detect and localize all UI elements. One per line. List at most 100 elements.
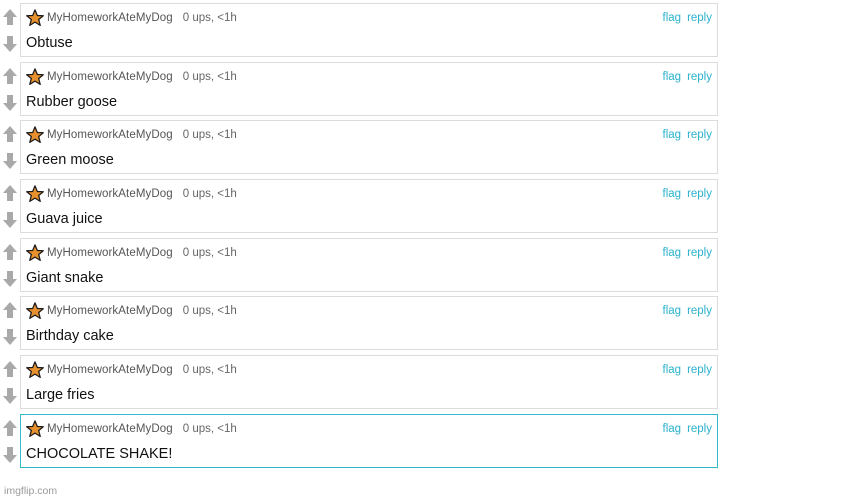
star-avatar-icon[interactable] <box>26 185 44 203</box>
comment-header: MyHomeworkAteMyDog 0 ups, <1h flag reply <box>26 9 712 27</box>
upvote-arrow-icon[interactable] <box>2 183 18 203</box>
vote-controls <box>0 238 20 292</box>
comment-text: Obtuse <box>26 35 73 51</box>
username-link[interactable]: MyHomeworkAteMyDog <box>47 247 173 259</box>
star-avatar-icon[interactable] <box>26 420 44 438</box>
comment-box: MyHomeworkAteMyDog 0 ups, <1h flag reply… <box>20 61 718 116</box>
comment-box: MyHomeworkAteMyDog 0 ups, <1h flag reply… <box>20 120 718 175</box>
comment-row: MyHomeworkAteMyDog 0 ups, <1h flag reply… <box>0 61 718 116</box>
comment-list: MyHomeworkAteMyDog 0 ups, <1h flag reply… <box>0 3 718 473</box>
upvote-arrow-icon[interactable] <box>2 66 18 86</box>
star-avatar-icon[interactable] <box>26 302 44 320</box>
comment-text: Birthday cake <box>26 328 114 345</box>
upvote-arrow-icon[interactable] <box>2 359 18 379</box>
reply-link[interactable]: reply <box>687 305 712 317</box>
comment-row: MyHomeworkAteMyDog 0 ups, <1h flag reply… <box>0 237 718 292</box>
upvote-arrow-icon[interactable] <box>2 418 18 438</box>
downvote-arrow-icon[interactable] <box>2 151 18 171</box>
comment-header: MyHomeworkAteMyDog 0 ups, <1h flag reply <box>26 244 712 262</box>
reply-link[interactable]: reply <box>687 129 712 141</box>
vote-controls <box>0 179 20 233</box>
reply-link[interactable]: reply <box>687 71 712 83</box>
comment-meta: 0 ups, <1h <box>182 422 237 435</box>
comment-actions: flag reply <box>663 188 712 200</box>
comment-header: MyHomeworkAteMyDog 0 ups, <1h flag reply <box>26 361 712 379</box>
upvote-arrow-icon[interactable] <box>2 7 18 27</box>
comment-meta: 0 ups, <1h <box>182 305 237 318</box>
comment-row: MyHomeworkAteMyDog 0 ups, <1h flag reply… <box>0 179 718 234</box>
upvote-arrow-icon[interactable] <box>2 300 18 320</box>
username-link[interactable]: MyHomeworkAteMyDog <box>47 12 173 24</box>
comment-header: MyHomeworkAteMyDog 0 ups, <1h flag reply <box>26 420 712 438</box>
flag-link[interactable]: flag <box>663 364 682 376</box>
comment-meta: 0 ups, <1h <box>182 129 237 142</box>
username-link[interactable]: MyHomeworkAteMyDog <box>47 364 173 376</box>
comment-header: MyHomeworkAteMyDog 0 ups, <1h flag reply <box>26 302 712 320</box>
downvote-arrow-icon[interactable] <box>2 93 18 113</box>
flag-link[interactable]: flag <box>663 188 682 200</box>
username-link[interactable]: MyHomeworkAteMyDog <box>47 71 173 83</box>
comment-box: MyHomeworkAteMyDog 0 ups, <1h flag reply… <box>20 296 718 351</box>
comment-header: MyHomeworkAteMyDog 0 ups, <1h flag reply <box>26 185 712 203</box>
comment-box: MyHomeworkAteMyDog 0 ups, <1h flag reply… <box>20 237 718 292</box>
vote-controls <box>0 355 20 409</box>
comment-text: Large fries <box>26 387 95 404</box>
comment-actions: flag reply <box>663 12 712 24</box>
downvote-arrow-icon[interactable] <box>2 34 18 54</box>
comment-actions: flag reply <box>663 247 712 259</box>
comment-row: MyHomeworkAteMyDog 0 ups, <1h flag reply… <box>0 120 718 175</box>
comment-text: Green moose <box>26 152 114 169</box>
reply-link[interactable]: reply <box>687 247 712 259</box>
upvote-arrow-icon[interactable] <box>2 242 18 262</box>
flag-link[interactable]: flag <box>663 247 682 259</box>
reply-link[interactable]: reply <box>687 12 712 24</box>
vote-controls <box>0 296 20 350</box>
upvote-arrow-icon[interactable] <box>2 124 18 144</box>
vote-controls <box>0 414 20 468</box>
username-link[interactable]: MyHomeworkAteMyDog <box>47 423 173 435</box>
vote-controls <box>0 120 20 174</box>
comment-box: MyHomeworkAteMyDog 0 ups, <1h flag reply… <box>20 355 718 410</box>
flag-link[interactable]: flag <box>663 12 682 24</box>
comment-header: MyHomeworkAteMyDog 0 ups, <1h flag reply <box>26 126 712 144</box>
vote-controls <box>0 3 20 57</box>
flag-link[interactable]: flag <box>663 423 682 435</box>
comment-text: Giant snake <box>26 269 104 286</box>
reply-link[interactable]: reply <box>687 188 712 200</box>
comment-header: MyHomeworkAteMyDog 0 ups, <1h flag reply <box>26 67 712 86</box>
vote-controls <box>0 62 20 116</box>
comment-meta: 0 ups, <1h <box>182 70 237 83</box>
downvote-arrow-icon[interactable] <box>2 386 18 406</box>
flag-link[interactable]: flag <box>663 305 682 317</box>
comment-actions: flag reply <box>663 305 712 317</box>
star-avatar-icon[interactable] <box>26 244 44 262</box>
username-link[interactable]: MyHomeworkAteMyDog <box>47 305 173 317</box>
comment-row: MyHomeworkAteMyDog 0 ups, <1h flag reply… <box>0 296 718 351</box>
downvote-arrow-icon[interactable] <box>2 210 18 230</box>
username-link[interactable]: MyHomeworkAteMyDog <box>47 188 173 200</box>
comment-actions: flag reply <box>663 71 712 83</box>
comment-actions: flag reply <box>663 423 712 435</box>
downvote-arrow-icon[interactable] <box>2 327 18 347</box>
comment-meta: 0 ups, <1h <box>182 188 237 201</box>
comment-box: MyHomeworkAteMyDog 0 ups, <1h flag reply… <box>20 413 718 468</box>
star-avatar-icon[interactable] <box>26 126 44 144</box>
reply-link[interactable]: reply <box>687 423 712 435</box>
comment-text: Rubber goose <box>26 93 118 110</box>
flag-link[interactable]: flag <box>663 71 682 83</box>
comment-meta: 0 ups, <1h <box>182 364 237 377</box>
star-avatar-icon[interactable] <box>26 361 44 379</box>
comment-text: Guava juice <box>26 211 103 228</box>
flag-link[interactable]: flag <box>663 129 682 141</box>
comment-actions: flag reply <box>663 364 712 376</box>
imgflip-watermark: imgflip.com <box>4 485 58 497</box>
comment-text: CHOCOLATE SHAKE! <box>26 445 173 462</box>
comment-row-highlighted: MyHomeworkAteMyDog 0 ups, <1h flag reply… <box>0 413 718 468</box>
downvote-arrow-icon[interactable] <box>2 445 18 465</box>
star-avatar-icon[interactable] <box>26 9 44 27</box>
downvote-arrow-icon[interactable] <box>2 269 18 289</box>
star-avatar-icon[interactable] <box>26 67 44 86</box>
username-link[interactable]: MyHomeworkAteMyDog <box>47 129 173 141</box>
reply-link[interactable]: reply <box>687 364 712 376</box>
comment-box: MyHomeworkAteMyDog 0 ups, <1h flag reply… <box>20 3 718 57</box>
